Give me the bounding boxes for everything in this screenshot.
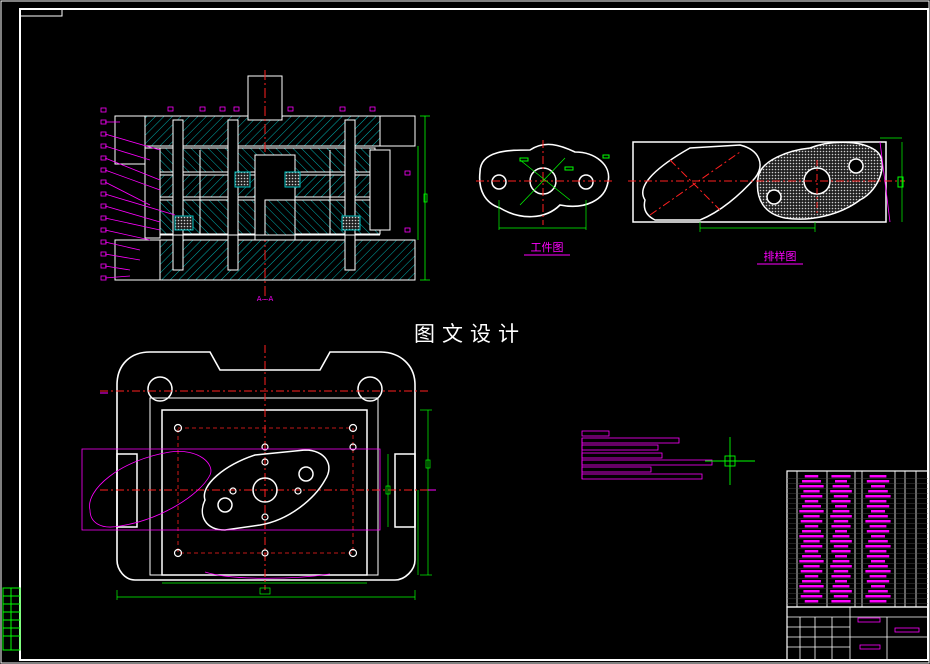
- parts-cell-text: [830, 590, 852, 593]
- parts-cell-text: [865, 595, 891, 598]
- parts-cell-text: [865, 570, 891, 573]
- parts-cell-text: [803, 565, 820, 568]
- parts-cell-text: [830, 540, 852, 543]
- parts-cell-text: [804, 575, 819, 578]
- parts-cell-text: [803, 490, 820, 493]
- parts-cell-text: [833, 545, 849, 548]
- parts-cell-text: [868, 590, 888, 593]
- parts-cell-text: [869, 575, 887, 578]
- cad-drawing-canvas: A—A 工件图 排样图 图文设计: [0, 0, 930, 664]
- parts-cell-text: [868, 565, 888, 568]
- parts-cell-text: [871, 585, 885, 588]
- parts-cell-text: [835, 505, 847, 508]
- parts-cell-text: [835, 580, 847, 583]
- parts-cell-text: [869, 525, 887, 528]
- parts-cell-text: [800, 495, 823, 498]
- parts-cell-text: [832, 535, 850, 538]
- parts-cell-text: [800, 595, 823, 598]
- layout-caption: 排样图: [764, 249, 797, 263]
- parts-cell-text: [803, 590, 820, 593]
- parts-cell-text: [833, 570, 849, 573]
- parts-cell-text: [804, 525, 819, 528]
- parts-cell-text: [831, 600, 851, 603]
- parts-cell-text: [869, 500, 887, 503]
- parts-cell-text: [868, 540, 888, 543]
- parts-cell-text: [866, 480, 890, 483]
- parts-cell-text: [803, 540, 820, 543]
- technical-notes: [581, 430, 713, 480]
- parts-cell-text: [830, 565, 852, 568]
- parts-cell-text: [833, 495, 849, 498]
- parts-cell-text: [832, 560, 850, 563]
- section-label: A—A: [257, 295, 274, 303]
- title-block: [786, 606, 929, 661]
- parts-cell-text: [804, 475, 819, 478]
- parts-cell-text: [866, 580, 890, 583]
- parts-cell-text: [871, 485, 885, 488]
- parts-cell-text: [866, 530, 890, 533]
- parts-cell-text: [804, 500, 819, 503]
- center-title: 图文设计: [414, 322, 526, 346]
- parts-rows: [787, 475, 928, 604]
- parts-cell-text: [800, 570, 823, 573]
- parts-cell-text: [799, 510, 824, 513]
- parts-cell-text: [799, 585, 824, 588]
- parts-cell-text: [869, 600, 887, 603]
- parts-cell-text: [832, 510, 850, 513]
- parts-cell-text: [830, 490, 852, 493]
- parts-cell-text: [799, 485, 824, 488]
- strip-layout-drawing: 排样图: [628, 137, 905, 265]
- parts-cell-text: [835, 480, 847, 483]
- parts-cell-text: [802, 480, 821, 483]
- parts-cell-text: [799, 560, 824, 563]
- parts-cell-text: [831, 500, 851, 503]
- parts-cell-text: [865, 520, 891, 523]
- parts-cell-text: [835, 530, 847, 533]
- parts-cell-text: [803, 515, 820, 518]
- die-section-view: A—A: [100, 70, 430, 303]
- parts-cell-text: [832, 485, 850, 488]
- parts-cell-text: [871, 510, 885, 513]
- parts-cell-text: [804, 600, 819, 603]
- parts-cell-text: [869, 475, 887, 478]
- workpiece-drawing: 工件图: [476, 140, 615, 256]
- parts-cell-text: [866, 555, 890, 558]
- parts-cell-text: [800, 520, 823, 523]
- parts-cell-text: [802, 505, 821, 508]
- parts-cell-text: [868, 490, 888, 493]
- parts-cell-text: [831, 525, 851, 528]
- parts-list-table: [786, 470, 929, 608]
- parts-cell-text: [866, 505, 890, 508]
- parts-cell-text: [871, 535, 885, 538]
- parts-cell-text: [802, 530, 821, 533]
- parts-cell-text: [865, 545, 891, 548]
- parts-cell-text: [831, 550, 851, 553]
- parts-cell-text: [831, 475, 851, 478]
- side-stamp-box: [2, 587, 21, 651]
- parts-cell-text: [865, 495, 891, 498]
- parts-cell-text: [830, 515, 852, 518]
- parts-cell-text: [868, 515, 888, 518]
- workpiece-caption: 工件图: [531, 241, 564, 254]
- parts-cell-text: [869, 550, 887, 553]
- parts-cell-text: [799, 535, 824, 538]
- parts-cell-text: [802, 555, 821, 558]
- parts-cell-text: [800, 545, 823, 548]
- parts-cell-text: [831, 575, 851, 578]
- parts-cell-text: [871, 560, 885, 563]
- parts-cell-text: [832, 585, 850, 588]
- parts-cell-text: [804, 550, 819, 553]
- parts-cell-text: [802, 580, 821, 583]
- parts-cell-text: [833, 520, 849, 523]
- crosshair-cursor: [705, 437, 755, 485]
- parts-cell-text: [833, 595, 849, 598]
- die-plan-view: [81, 345, 436, 600]
- parts-cell-text: [835, 555, 847, 558]
